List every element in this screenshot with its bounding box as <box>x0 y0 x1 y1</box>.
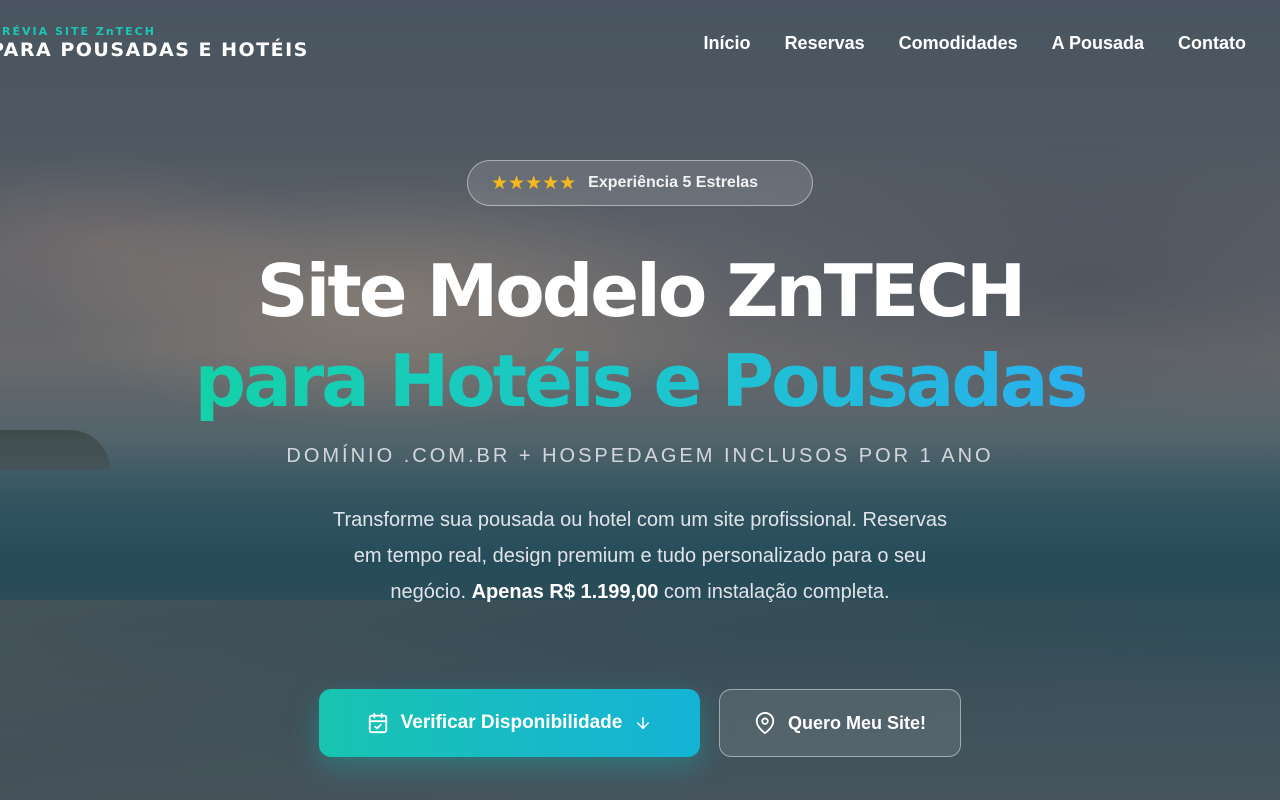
rating-badge: ★★★★★ Experiência 5 Estrelas <box>467 160 813 206</box>
nav-item-contato[interactable]: Contato <box>1178 33 1246 54</box>
site-header: PRÉVIA SITE ZnTECH PARA POUSADAS E HOTÉI… <box>0 0 1280 90</box>
check-availability-label: Verificar Disponibilidade <box>400 712 623 733</box>
hero-description: Transforme sua pousada ou hotel com um s… <box>320 502 960 610</box>
check-availability-button[interactable]: Verificar Disponibilidade <box>319 689 700 757</box>
brand-tagline: PRÉVIA SITE ZnTECH <box>0 25 156 38</box>
hero-title-accent-text: para Hotéis e Pousadas <box>194 339 1089 423</box>
nav-item-comodidades[interactable]: Comodidades <box>899 33 1018 54</box>
main-nav: Início Reservas Comodidades A Pousada Co… <box>704 33 1246 54</box>
hero-title-accent: para Hotéis e Pousadas <box>0 338 1280 424</box>
nav-item-inicio[interactable]: Início <box>704 33 751 54</box>
brand-name: PARA POUSADAS E HOTÉIS <box>0 39 309 61</box>
hero-price: Apenas R$ 1.199,00 <box>471 581 659 603</box>
rating-badge-text: Experiência 5 Estrelas <box>588 174 759 191</box>
hero-title: Site Modelo ZnTECH <box>256 249 1026 333</box>
arrow-down-icon <box>634 714 652 732</box>
brand-logo[interactable]: PRÉVIA SITE ZnTECH PARA POUSADAS E HOTÉI… <box>0 26 309 62</box>
calendar-check-icon <box>367 712 389 734</box>
hero-description-part2: com instalação completa. <box>658 581 890 603</box>
nav-item-reservas[interactable]: Reservas <box>785 33 865 54</box>
want-my-site-label: Quero Meu Site! <box>787 712 926 733</box>
map-pin-icon <box>754 712 776 734</box>
want-my-site-button[interactable]: Quero Meu Site! <box>719 689 961 757</box>
nav-item-a-pousada[interactable]: A Pousada <box>1052 33 1144 54</box>
star-rating-icon: ★★★★★ <box>491 171 577 194</box>
hero-subtitle: DOMÍNIO .COM.BR + HOSPEDAGEM INCLUSOS PO… <box>286 445 994 467</box>
